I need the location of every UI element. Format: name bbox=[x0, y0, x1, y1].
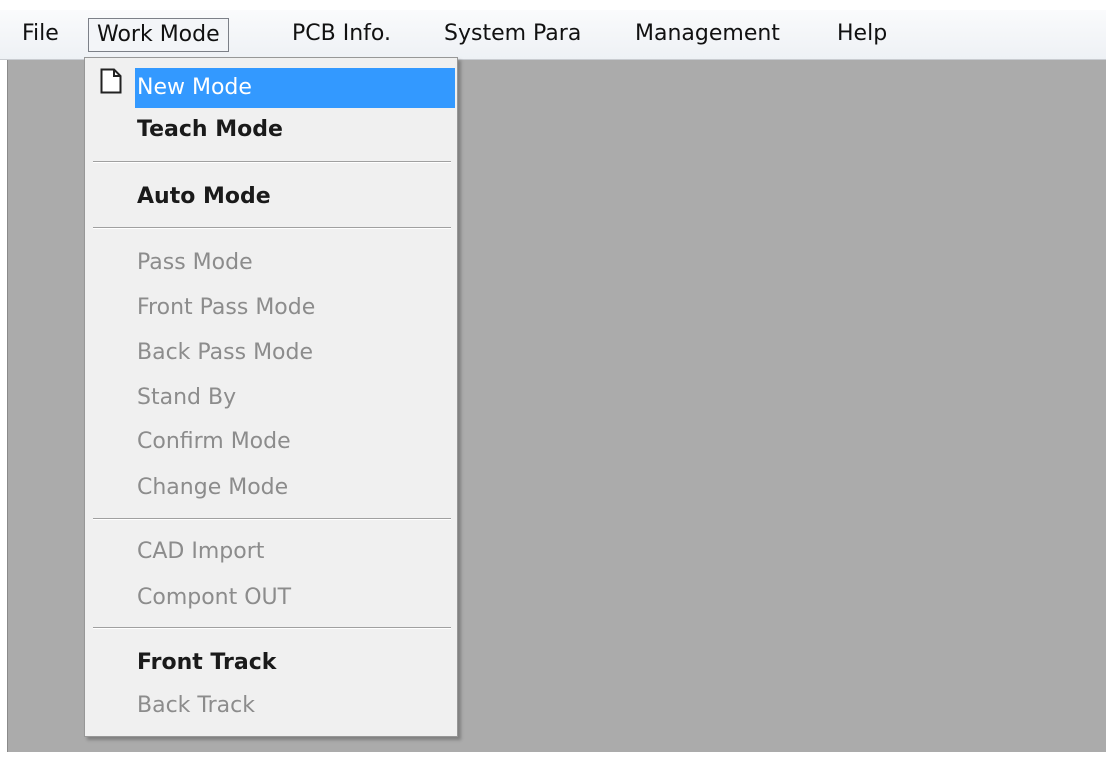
menu-separator bbox=[93, 518, 451, 520]
menu-item-cad-import: CAD Import bbox=[137, 539, 265, 564]
menu-item-back-track: Back Track bbox=[137, 693, 255, 718]
menu-file[interactable]: File bbox=[14, 18, 67, 52]
menu-item-teach-mode[interactable]: Teach Mode bbox=[137, 110, 283, 150]
menu-help[interactable]: Help bbox=[829, 18, 895, 52]
menu-item-confirm-mode: Confirm Mode bbox=[137, 429, 291, 454]
menu-item-auto-mode[interactable]: Auto Mode bbox=[137, 177, 271, 217]
window-frame-edge bbox=[7, 60, 8, 752]
menu-item-new-mode[interactable]: New Mode bbox=[135, 68, 455, 108]
menu-item-front-pass-mode: Front Pass Mode bbox=[137, 295, 316, 320]
menu-work-mode[interactable]: Work Mode bbox=[88, 18, 229, 52]
menu-separator bbox=[93, 161, 451, 163]
menu-item-back-pass-mode: Back Pass Mode bbox=[137, 340, 314, 365]
work-mode-dropdown: New Mode Teach Mode Auto Mode Pass Mode … bbox=[84, 57, 458, 737]
menu-separator bbox=[93, 627, 451, 629]
menu-separator bbox=[93, 227, 451, 229]
menu-item-compont-out: Compont OUT bbox=[137, 585, 292, 610]
menu-pcb-info[interactable]: PCB Info. bbox=[284, 18, 399, 52]
new-document-icon bbox=[100, 68, 122, 94]
window-frame-bottom bbox=[0, 752, 1106, 769]
menu-system-para[interactable]: System Para bbox=[436, 18, 589, 52]
menu-item-stand-by: Stand By bbox=[137, 385, 237, 410]
menu-item-front-track[interactable]: Front Track bbox=[137, 643, 276, 683]
menu-item-change-mode: Change Mode bbox=[137, 475, 289, 500]
menu-management[interactable]: Management bbox=[627, 18, 788, 52]
menu-bar: File Work Mode PCB Info. System Para Man… bbox=[0, 10, 1106, 60]
menu-item-pass-mode: Pass Mode bbox=[137, 250, 253, 275]
